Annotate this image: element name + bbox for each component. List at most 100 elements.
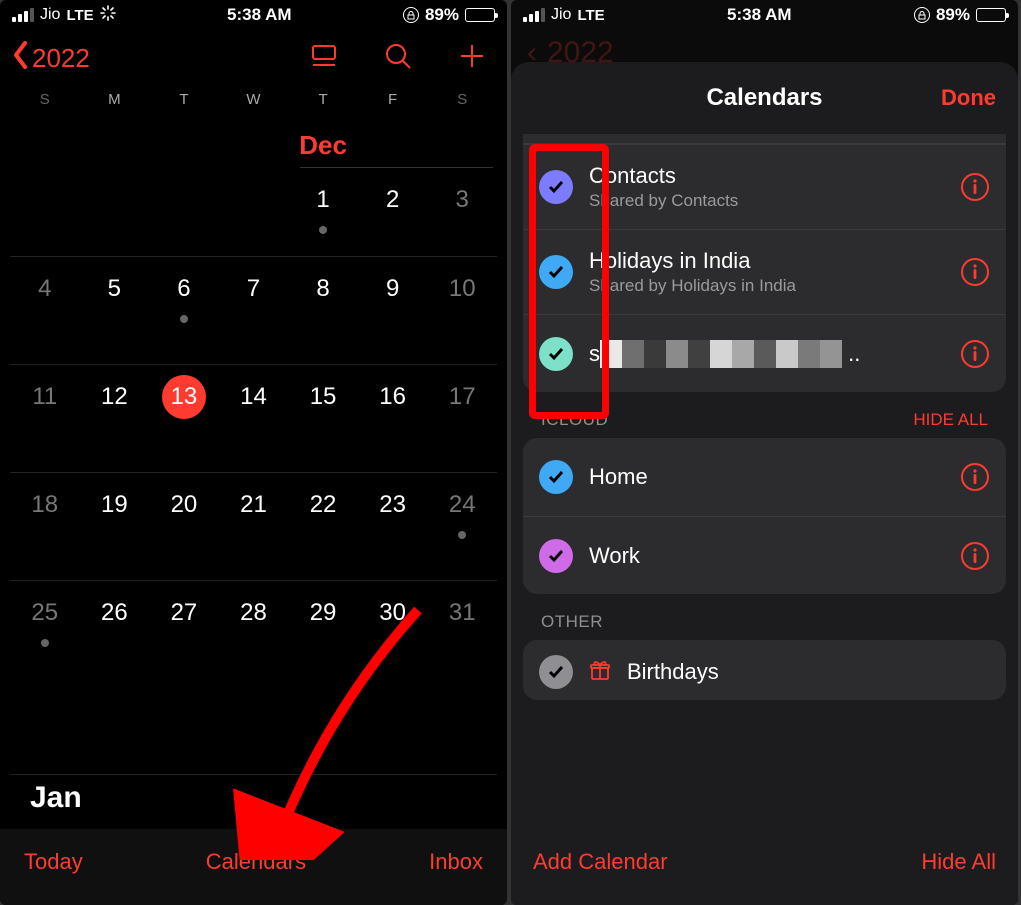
checkbox-checked-icon[interactable] (539, 255, 573, 289)
status-bar: Jio LTE 5:38 AM 89% (511, 0, 1018, 26)
calendar-title: Contacts (589, 163, 944, 189)
checkbox-checked-icon[interactable] (539, 170, 573, 204)
checkbox-checked-icon[interactable] (539, 337, 573, 371)
day-cell[interactable]: 9 (358, 267, 428, 364)
search-icon[interactable] (383, 41, 413, 76)
inbox-button[interactable]: Inbox (429, 849, 483, 875)
redacted-text (600, 340, 842, 368)
calendar-row[interactable]: Contacts Shared by Contacts (523, 144, 1006, 229)
calendars-button[interactable]: Calendars (206, 849, 306, 875)
calendar-subtitle: Shared by Holidays in India (589, 276, 944, 296)
checkbox-checked-icon[interactable] (539, 539, 573, 573)
info-icon[interactable] (960, 339, 990, 369)
info-icon[interactable] (960, 462, 990, 492)
day-cell[interactable]: 29 (288, 591, 358, 688)
calendar-title: Holidays in India (589, 248, 944, 274)
info-icon[interactable] (960, 541, 990, 571)
calendar-subtitle: Shared by Contacts (589, 191, 944, 211)
calendar-row[interactable]: Work (523, 516, 1006, 594)
sheet-header: Calendars Done (511, 62, 1018, 134)
phone-calendars-sheet: Jio LTE 5:38 AM 89% ‹ 2022 Calendars Don… (511, 0, 1018, 905)
next-month-label[interactable]: Jan (10, 774, 497, 829)
day-cell[interactable]: 14 (219, 375, 289, 472)
section-label: OTHER (541, 612, 603, 632)
signal-icon (523, 8, 545, 22)
calendar-row[interactable]: Birthdays (523, 640, 1006, 700)
day-cell-today[interactable]: 13 (149, 375, 219, 472)
checkbox-checked-icon[interactable] (539, 460, 573, 494)
calendar-row[interactable]: Home (523, 438, 1006, 516)
day-cell[interactable]: 16 (358, 375, 428, 472)
back-button[interactable]: 2022 (12, 40, 90, 77)
day-cell[interactable]: 4 (10, 267, 80, 364)
day-cell[interactable]: 25 (10, 591, 80, 688)
status-bar: Jio LTE 5:38 AM 89% (0, 0, 507, 26)
chevron-left-icon (12, 40, 30, 77)
day-cell[interactable]: 17 (427, 375, 497, 472)
activity-spinner-icon (100, 5, 116, 26)
day-cell[interactable]: 1 (288, 178, 358, 256)
day-cell[interactable]: 5 (80, 267, 150, 364)
info-icon[interactable] (960, 172, 990, 202)
section-header-other: OTHER (523, 594, 1006, 640)
day-cell[interactable]: 27 (149, 591, 219, 688)
calendar-title: Birthdays (627, 659, 990, 685)
day-cell[interactable]: 10 (427, 267, 497, 364)
calendar-group-icloud: Home Work (523, 438, 1006, 594)
sheet-toolbar: Add Calendar Hide All (511, 829, 1018, 905)
orientation-lock-icon (403, 7, 419, 23)
bottom-toolbar: Today Calendars Inbox (0, 829, 507, 905)
day-cell[interactable]: 23 (358, 483, 428, 580)
calendar-grid[interactable]: 1 2 3 4 5 6 7 8 9 10 11 12 13 14 15 16 1… (0, 168, 507, 774)
day-cell[interactable]: 2 (358, 178, 428, 256)
day-cell[interactable]: 28 (219, 591, 289, 688)
day-cell[interactable]: 18 (10, 483, 80, 580)
month-label-row: Dec (0, 116, 507, 161)
signal-icon (12, 8, 34, 22)
day-cell[interactable]: 21 (219, 483, 289, 580)
day-cell[interactable]: 20 (149, 483, 219, 580)
weekday-header: S M T W T F S (0, 87, 507, 116)
hide-all-button[interactable]: HIDE ALL (913, 410, 988, 430)
carrier-label: Jio (40, 6, 60, 24)
day-cell[interactable]: 11 (10, 375, 80, 472)
calendar-title: Home (589, 464, 944, 490)
clock-label: 5:38 AM (727, 5, 792, 25)
calendar-title: Work (589, 543, 944, 569)
hide-all-button[interactable]: Hide All (921, 849, 996, 875)
day-cell[interactable]: 24 (427, 483, 497, 580)
day-cell[interactable]: 31 (427, 591, 497, 688)
day-cell[interactable]: 8 (288, 267, 358, 364)
calendar-title: s (589, 341, 600, 367)
clock-label: 5:38 AM (227, 5, 292, 25)
section-header-icloud: ICLOUD HIDE ALL (523, 392, 1006, 438)
add-calendar-button[interactable]: Add Calendar (533, 849, 668, 875)
checkbox-checked-icon[interactable] (539, 655, 573, 689)
battery-pct-label: 89% (936, 5, 970, 25)
day-cell[interactable]: 30 (358, 591, 428, 688)
day-cell[interactable]: 15 (288, 375, 358, 472)
day-cell[interactable]: 19 (80, 483, 150, 580)
network-label: LTE (577, 7, 604, 24)
list-view-icon[interactable] (309, 41, 339, 76)
gift-icon (589, 659, 611, 686)
back-label: 2022 (32, 43, 90, 74)
calendar-row[interactable]: Holidays in India Shared by Holidays in … (523, 229, 1006, 314)
day-cell[interactable]: 7 (219, 267, 289, 364)
day-cell[interactable]: 12 (80, 375, 150, 472)
nav-bar: 2022 (0, 26, 507, 87)
day-cell[interactable]: 6 (149, 267, 219, 364)
info-icon[interactable] (960, 257, 990, 287)
day-cell[interactable]: 22 (288, 483, 358, 580)
calendars-sheet: Calendars Done Contacts Shared by Contac… (511, 62, 1018, 905)
sheet-title: Calendars (706, 84, 822, 112)
day-cell[interactable]: 3 (427, 178, 497, 256)
day-cell[interactable]: 26 (80, 591, 150, 688)
battery-icon (465, 8, 495, 22)
today-button[interactable]: Today (24, 849, 83, 875)
calendar-row[interactable]: s .. (523, 314, 1006, 392)
done-button[interactable]: Done (941, 85, 996, 111)
battery-icon (976, 8, 1006, 22)
calendar-group: Contacts Shared by Contacts Holidays in … (523, 134, 1006, 392)
add-event-icon[interactable] (457, 41, 487, 76)
